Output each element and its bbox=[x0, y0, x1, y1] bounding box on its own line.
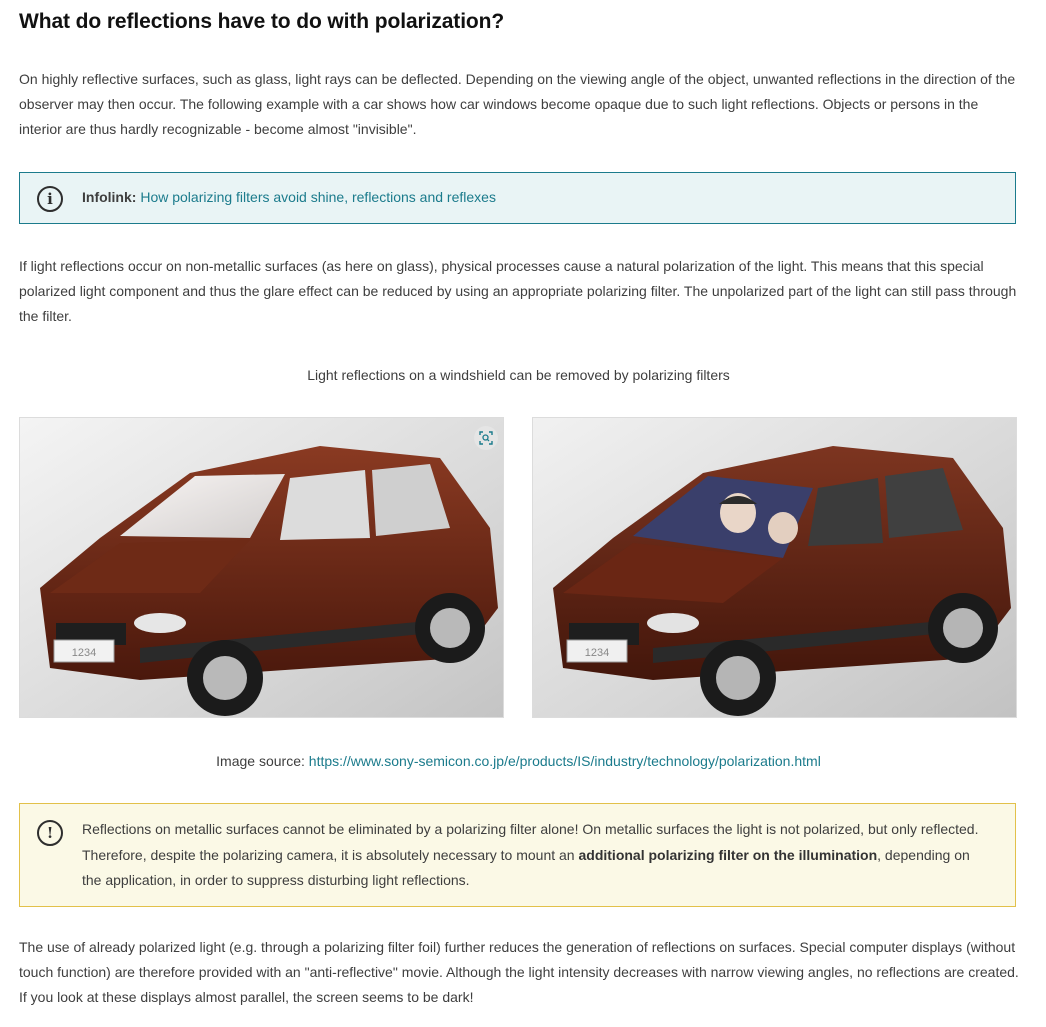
image-source: Image source: https://www.sony-semicon.c… bbox=[0, 753, 1037, 769]
info-icon: i bbox=[37, 186, 63, 212]
license-plate-text: 1234 bbox=[72, 647, 96, 659]
article: What do reflections have to do with pola… bbox=[0, 0, 1046, 1027]
license-plate-text: 1234 bbox=[585, 647, 609, 659]
infolink-text: Infolink: How polarizing filters avoid s… bbox=[82, 189, 496, 205]
exclamation-icon: ! bbox=[37, 820, 63, 846]
car-image-reflective: 1234 bbox=[20, 418, 503, 717]
car-photo-polarized[interactable]: 1234 bbox=[532, 417, 1017, 718]
warning-text: Reflections on metallic surfaces cannot … bbox=[82, 817, 987, 894]
car-image-polarized: 1234 bbox=[533, 418, 1016, 717]
page-title: What do reflections have to do with pola… bbox=[19, 10, 505, 33]
infolink-box: i Infolink: How polarizing filters avoid… bbox=[19, 172, 1016, 224]
infolink-label: Infolink: bbox=[82, 189, 137, 205]
figure-caption: Light reflections on a windshield can be… bbox=[307, 367, 730, 383]
warning-text-bold: additional polarizing filter on the illu… bbox=[578, 846, 878, 863]
paragraph-polarization: If light reflections occur on non-metall… bbox=[19, 258, 1017, 324]
paragraph-displays: The use of already polarized light (e.g.… bbox=[19, 939, 1019, 1005]
image-source-link[interactable]: https://www.sony-semicon.co.jp/e/product… bbox=[309, 753, 821, 769]
infolink-link[interactable]: How polarizing filters avoid shine, refl… bbox=[140, 189, 496, 205]
car-photo-with-reflections[interactable]: 1234 bbox=[19, 417, 504, 718]
paragraph-reflections-intro: On highly reflective surfaces, such as g… bbox=[19, 71, 1016, 137]
image-source-label: Image source: bbox=[216, 753, 305, 769]
zoom-icon[interactable] bbox=[474, 426, 498, 450]
warning-box: ! Reflections on metallic surfaces canno… bbox=[19, 803, 1016, 907]
